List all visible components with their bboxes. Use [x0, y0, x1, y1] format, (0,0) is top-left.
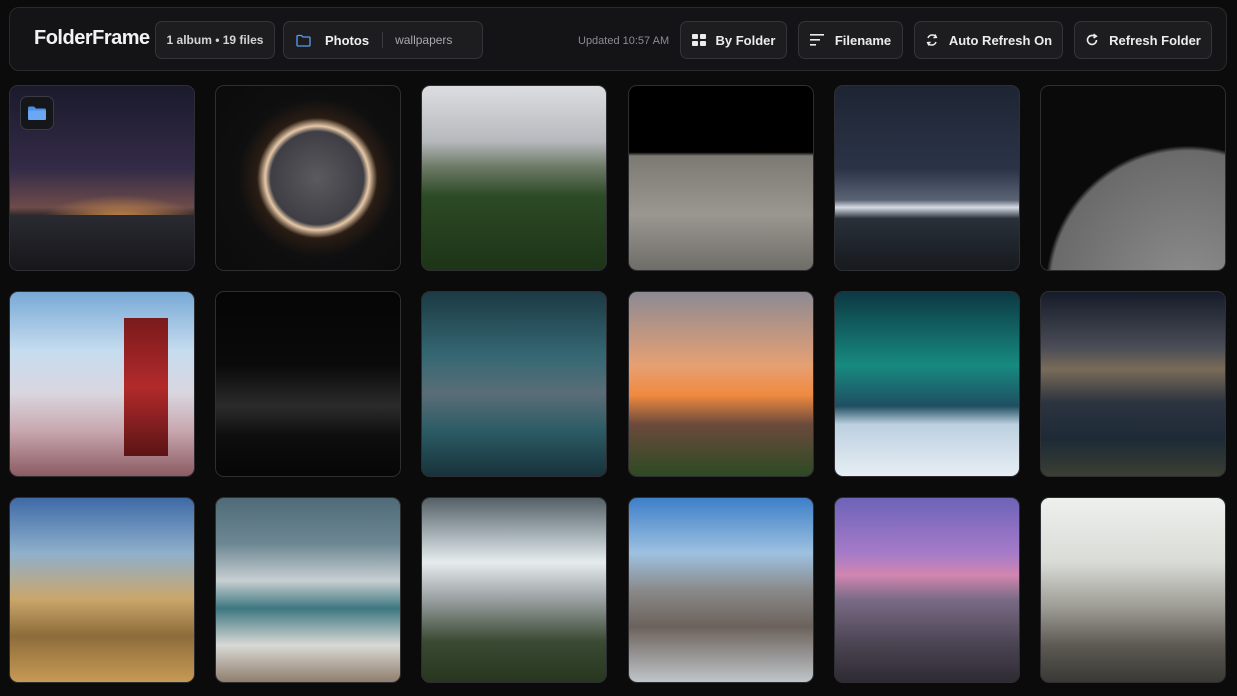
top-bar: FolderFrame 1 album • 19 files Photos wa…	[9, 7, 1227, 71]
refresh-folder-button[interactable]: Refresh Folder	[1074, 21, 1212, 59]
refresh-folder-label: Refresh Folder	[1109, 32, 1201, 48]
album-count-badge: 1 album • 19 files	[155, 21, 275, 59]
folder-badge-icon	[20, 96, 54, 130]
group-by-folder-label: By Folder	[715, 32, 776, 48]
folder-divider	[382, 32, 384, 48]
sort-filename-button[interactable]: Filename	[798, 21, 903, 59]
photo-pagoda-fuji[interactable]	[9, 291, 195, 477]
photo-crescent-moon[interactable]	[215, 85, 401, 271]
photo-rocket-clouds[interactable]	[9, 497, 195, 683]
grid-icon	[691, 34, 706, 46]
photo-mount-fuji-night[interactable]	[834, 85, 1020, 271]
photo-stadium[interactable]	[421, 497, 607, 683]
photo-lunar-surface[interactable]	[628, 85, 814, 271]
photo-aurora-tree[interactable]	[834, 291, 1020, 477]
sort-filename-label: Filename	[834, 32, 892, 48]
sync-icon	[925, 33, 939, 47]
group-by-folder-button[interactable]: By Folder	[680, 21, 787, 59]
photo-city-skyline[interactable]	[628, 497, 814, 683]
photo-snowy-river[interactable]	[215, 497, 401, 683]
folder-tile-testsubfolder[interactable]: TestSubfolder	[9, 85, 195, 271]
photo-yosemite[interactable]	[834, 497, 1020, 683]
refresh-icon	[1085, 33, 1099, 47]
app-logo: FolderFrame	[34, 27, 150, 49]
photo-milky-way[interactable]	[1040, 291, 1226, 477]
photo-earthrise[interactable]	[1040, 85, 1226, 271]
photo-forest-clouds[interactable]	[421, 85, 607, 271]
photo-cyber-race[interactable]	[421, 291, 607, 477]
photo-city-sunset[interactable]	[628, 291, 814, 477]
folder-name: Photos	[325, 32, 370, 48]
photo-house-night[interactable]	[215, 291, 401, 477]
updated-timestamp: Updated 10:57 AM	[578, 35, 670, 47]
sort-lines-icon	[809, 34, 825, 46]
auto-refresh-label: Auto Refresh On	[948, 32, 1053, 48]
subfolder-name: TestSubfolder	[20, 241, 120, 258]
auto-refresh-toggle[interactable]: Auto Refresh On	[914, 21, 1063, 59]
folder-selector[interactable]: Photos wallpapers	[283, 21, 483, 59]
photo-construction-city[interactable]	[1040, 497, 1226, 683]
folder-subpath: wallpapers	[395, 33, 453, 47]
folder-icon	[296, 33, 312, 47]
